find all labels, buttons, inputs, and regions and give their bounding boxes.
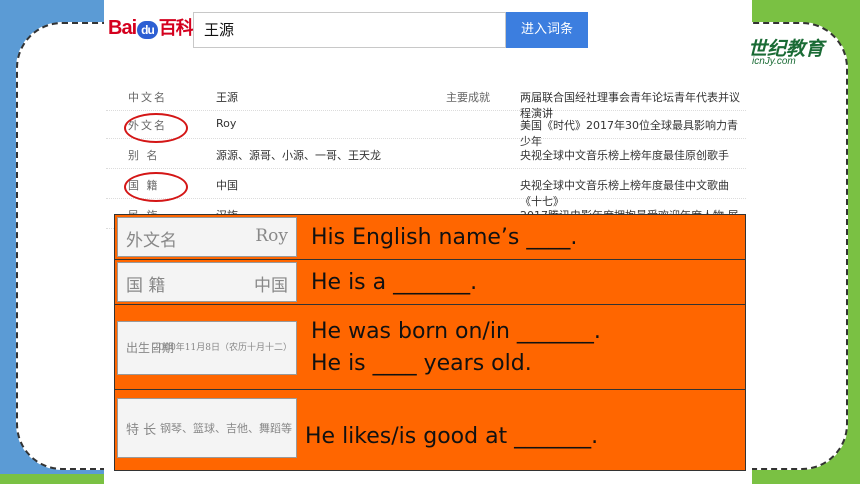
clip-value: 钢琴、篮球、吉他、舞蹈等 [160,422,292,435]
info-key: 中文名 [128,91,167,104]
clip-image: 特 长 钢琴、篮球、吉他、舞蹈等 [117,398,297,458]
info-row: 国 籍 中国 央视全球中文音乐榜上榜年度最佳中文歌曲《十七》 [106,172,746,208]
clip-key: 外文名 [126,231,177,251]
info-value2: 央视全球中文音乐榜上榜年度最佳原创歌手 [520,149,729,162]
info-row: 外文名 Roy 美国《时代》2017年30位全球最具影响力青少年 [106,112,746,148]
logo-baike-text: 百科 [158,18,194,38]
paw-icon: du [137,21,158,39]
baidu-baike-logo[interactable]: Bai du 百科 [108,14,194,40]
info-row: 别 名 源源、源哥、小源、一哥、王天龙 央视全球中文音乐榜上榜年度最佳原创歌手 [106,142,746,169]
lesson-row: 国 籍 中国 He is a _______. [114,259,746,305]
lesson-row: 出生日期 2000年11月8日（农历十月十二） He was born on/i… [114,304,746,390]
lesson-row: 特 长 钢琴、篮球、吉他、舞蹈等 He likes/is good at ___… [114,389,746,471]
clip-value: 2000年11月8日（农历十月十二） [152,343,292,353]
search-input[interactable]: 王源 [193,12,506,48]
clip-image: 国 籍 中国 [117,262,297,302]
sentence: He is ____ years old. [311,351,532,376]
info-row: 中文名 王源 主要成就 两届联合国经社理事会青年论坛青年代表并议程演讲 [106,84,746,120]
logo-bai-text: Bai [108,17,137,39]
brand-url: icnJy.com [752,56,796,67]
info-value: Roy [216,117,237,130]
info-value: 中国 [216,179,238,192]
sentence: His English name’s ____. [311,225,578,250]
sentence: He is a _______. [311,270,478,295]
highlight-oval [124,172,188,202]
lesson-table: 外文名 Roy His English name’s ____. 国 籍 中国 … [114,214,746,471]
info-key2: 主要成就 [446,91,490,104]
sentence: He likes/is good at _______. [305,424,599,449]
clip-value: Roy [255,226,288,246]
info-key: 别 名 [128,149,160,162]
clip-image: 出生日期 2000年11月8日（农历十月十二） [117,321,297,375]
enter-entry-button[interactable]: 进入词条 [506,12,588,48]
clip-key: 特 长 [126,423,157,438]
info-value: 源源、源哥、小源、一哥、王天龙 [216,149,381,162]
info-value: 王源 [216,91,238,104]
highlight-oval [124,113,188,143]
clip-image: 外文名 Roy [117,217,297,257]
lesson-row: 外文名 Roy His English name’s ____. [114,214,746,260]
sentence: He was born on/in _______. [311,319,601,344]
clip-key: 国 籍 [126,276,166,296]
clip-value: 中国 [254,276,288,296]
